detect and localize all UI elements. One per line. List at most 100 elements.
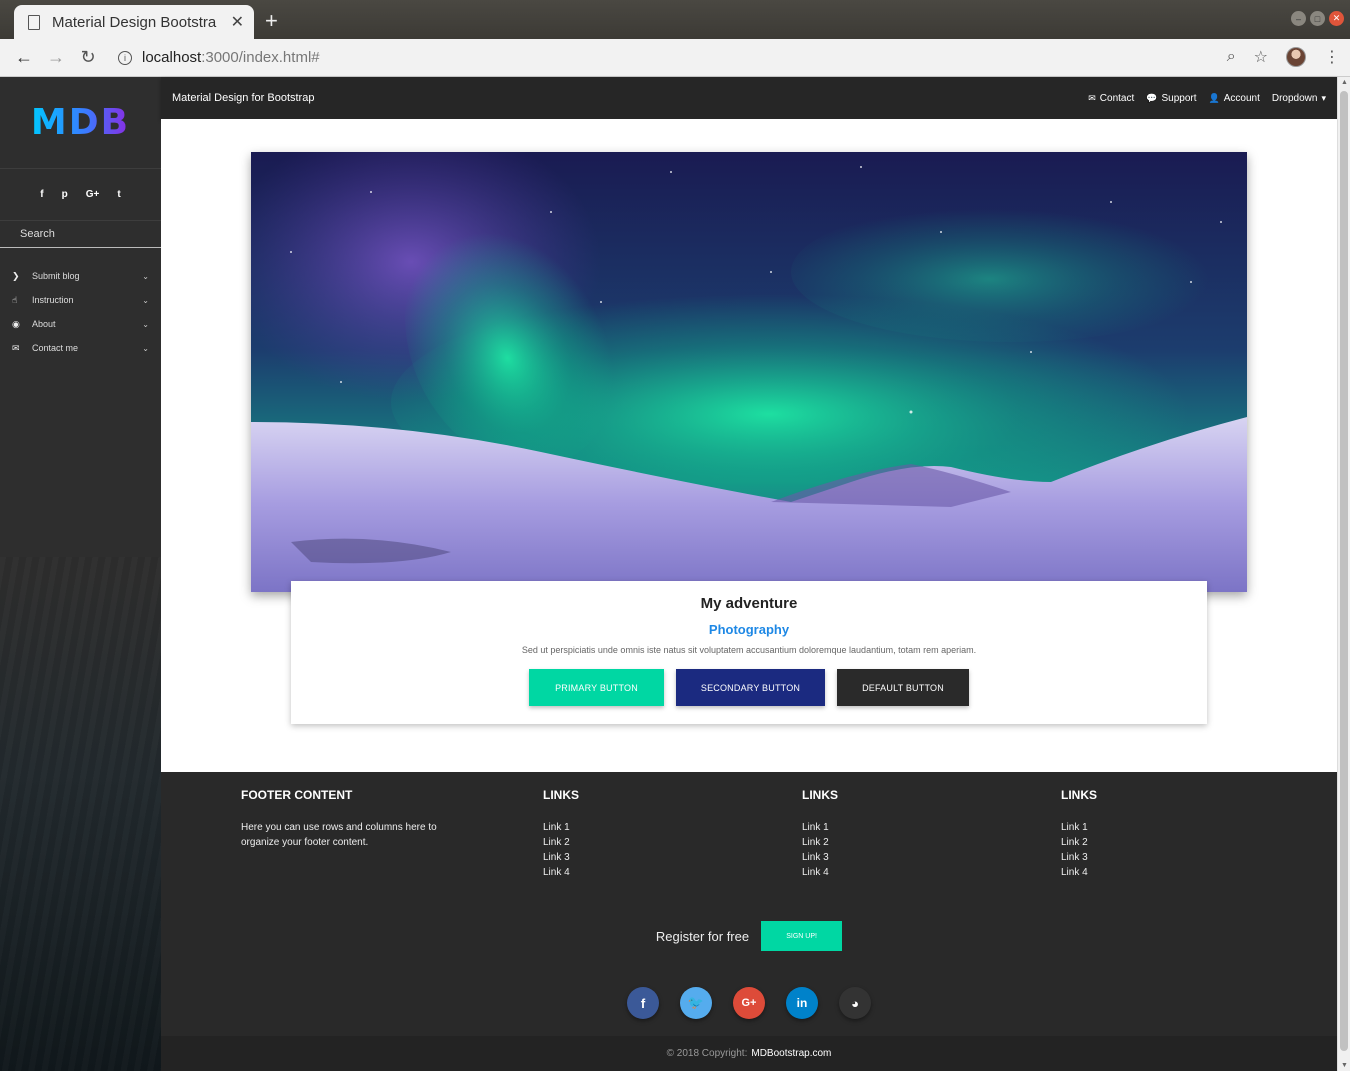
footer-link[interactable]: Link 4 — [543, 865, 579, 880]
url-path: :3000/index.html# — [201, 49, 320, 66]
footer-link[interactable]: Link 3 — [543, 850, 579, 865]
sidebar-item-submit-blog[interactable]: ❯ Submit blog ⌄ — [0, 264, 161, 288]
twitter-icon[interactable]: t — [117, 189, 120, 200]
chevron-down-icon: ⌄ — [142, 319, 149, 329]
url-field[interactable]: localhost:3000/index.html# — [142, 49, 320, 66]
primary-button[interactable]: Primary button — [529, 669, 664, 706]
copyright-text: © 2018 Copyright: — [666, 1048, 748, 1059]
facebook-icon[interactable]: f — [40, 189, 43, 200]
footer-link[interactable]: Link 1 — [802, 820, 838, 835]
footer-links-title: Links — [1061, 788, 1097, 802]
sign-up-button[interactable]: Sign up! — [761, 921, 843, 951]
scrollbar-thumb[interactable] — [1340, 91, 1348, 1051]
footer-content-title: Footer Content — [241, 788, 353, 802]
browser-tab[interactable]: Material Design Bootstra ✕ — [14, 5, 254, 39]
sidebar-item-contact-me[interactable]: ✉ Contact me ⌄ — [0, 336, 161, 360]
footer-content-text: Here you can use rows and columns here t… — [241, 822, 437, 848]
site-info-icon[interactable]: i — [118, 50, 132, 65]
nav-link-label: Support — [1161, 92, 1197, 104]
footer-link[interactable]: Link 4 — [1061, 865, 1097, 880]
google-plus-icon[interactable]: G+ — [733, 987, 765, 1019]
chevron-down-icon: ⌄ — [142, 295, 149, 305]
address-bar: ← → ↻ i localhost:3000/index.html# ⌕ ☆ ⋮ — [0, 39, 1350, 77]
main-content: My adventure Photography Sed ut perspici… — [161, 119, 1337, 772]
bookmark-star-icon[interactable]: ☆ — [1254, 47, 1268, 67]
sidebar-item-label: About — [32, 319, 56, 329]
nav-dropdown[interactable]: Dropdown ▾ — [1272, 93, 1326, 104]
navbar-brand[interactable]: Material Design for Bootstrap — [172, 92, 1088, 104]
reload-icon[interactable]: ↻ — [72, 47, 104, 68]
envelope-icon: ✉ — [12, 342, 20, 353]
sidebar-menu: ❯ Submit blog ⌄ ☝ Instruction ⌄ ◉ About … — [0, 264, 161, 360]
top-navbar: Material Design for Bootstrap ✉ Contact 💬… — [161, 77, 1337, 119]
adventure-card: My adventure Photography Sed ut perspici… — [291, 581, 1207, 724]
card-subtitle: Photography — [708, 622, 790, 637]
footer-link[interactable]: Link 2 — [802, 835, 838, 850]
sidebar-search — [0, 221, 161, 248]
sidebar-item-label: Instruction — [32, 295, 74, 305]
copyright-bar: © 2018 Copyright: MDBootstrap.com — [161, 1036, 1337, 1071]
footer-link[interactable]: Link 2 — [1061, 835, 1097, 850]
google-plus-icon[interactable]: G+ — [86, 189, 100, 200]
default-button[interactable]: Default button — [837, 669, 969, 706]
back-arrow-icon[interactable]: ← — [8, 47, 40, 68]
footer-link[interactable]: Link 2 — [543, 835, 579, 850]
chevron-down-icon: ⌄ — [142, 271, 149, 281]
footer-links-column: Links Link 1 Link 2 Link 3 Link 4 — [543, 788, 579, 880]
window-close-icon[interactable]: ✕ — [1329, 11, 1344, 26]
secondary-button[interactable]: Secondary button — [676, 669, 825, 706]
hand-pointer-icon: ☝ — [12, 294, 18, 305]
sidebar-item-instruction[interactable]: ☝ Instruction ⌄ — [0, 288, 161, 312]
forward-arrow-icon[interactable]: → — [40, 47, 72, 68]
sidebar-item-label: Submit blog — [32, 271, 80, 281]
sidebar-logo[interactable]: MDB — [0, 77, 161, 169]
footer-links-title: Links — [802, 788, 838, 802]
url-host: localhost — [142, 49, 202, 66]
footer-link[interactable]: Link 3 — [802, 850, 838, 865]
zoom-icon[interactable]: ⌕ — [1227, 48, 1236, 66]
facebook-icon[interactable]: f — [627, 987, 659, 1019]
register-row: Register for free Sign up! — [161, 921, 1337, 951]
footer-links-title: Links — [543, 788, 579, 802]
caret-down-icon: ▾ — [1321, 92, 1326, 103]
card-text: Sed ut perspiciatis unde omnis iste natu… — [521, 645, 977, 655]
footer-link[interactable]: Link 4 — [802, 865, 838, 880]
nav-link-account[interactable]: 👤 Account — [1209, 93, 1260, 104]
register-text: Register for free — [655, 928, 750, 944]
envelope-icon: ✉ — [1088, 92, 1096, 103]
twitter-icon[interactable]: 🐦 — [680, 987, 712, 1019]
hero-image — [251, 152, 1247, 592]
nav-link-support[interactable]: 💬 Support — [1146, 93, 1196, 104]
scroll-up-icon[interactable]: ▲ — [1341, 79, 1348, 86]
close-tab-icon[interactable]: ✕ — [231, 12, 244, 32]
sidebar-item-about[interactable]: ◉ About ⌄ — [0, 312, 161, 336]
search-input[interactable] — [20, 228, 150, 240]
footer-link[interactable]: Link 3 — [1061, 850, 1097, 865]
nav-link-contact[interactable]: ✉ Contact — [1088, 93, 1134, 104]
sidebar: MDB f p G+ t ❯ Submit blog ⌄ ☝ Instructi… — [0, 77, 161, 1071]
profile-avatar[interactable] — [1286, 47, 1306, 67]
copyright-link[interactable]: MDBootstrap.com — [751, 1048, 831, 1059]
footer: Footer Content Here you can use rows and… — [161, 772, 1337, 1036]
maximize-icon[interactable]: □ — [1310, 11, 1325, 26]
card-title: My adventure — [700, 595, 798, 612]
footer-links-column: Links Link 1 Link 2 Link 3 Link 4 — [1061, 788, 1097, 880]
nav-link-label: Account — [1223, 92, 1260, 104]
footer-link[interactable]: Link 1 — [543, 820, 579, 835]
github-icon[interactable]: ◕ — [839, 987, 871, 1019]
logo-text: MDB — [30, 102, 131, 143]
sidebar-socials: f p G+ t — [0, 169, 161, 221]
eye-icon: ◉ — [12, 318, 20, 329]
browser-menu-icon[interactable]: ⋮ — [1324, 47, 1340, 67]
comments-icon: 💬 — [1146, 92, 1158, 103]
pinterest-icon[interactable]: p — [62, 189, 68, 200]
user-icon: 👤 — [1208, 92, 1220, 103]
footer-link[interactable]: Link 1 — [1061, 820, 1097, 835]
new-tab-icon[interactable]: + — [265, 8, 278, 34]
window-controls: – □ ✕ — [1291, 11, 1344, 26]
nav-link-label: Contact — [1099, 92, 1135, 104]
linkedin-icon[interactable]: in — [786, 987, 818, 1019]
scroll-down-icon[interactable]: ▼ — [1341, 1062, 1348, 1069]
page-scrollbar[interactable]: ▲ ▼ — [1337, 77, 1350, 1071]
minimize-icon[interactable]: – — [1291, 11, 1306, 26]
